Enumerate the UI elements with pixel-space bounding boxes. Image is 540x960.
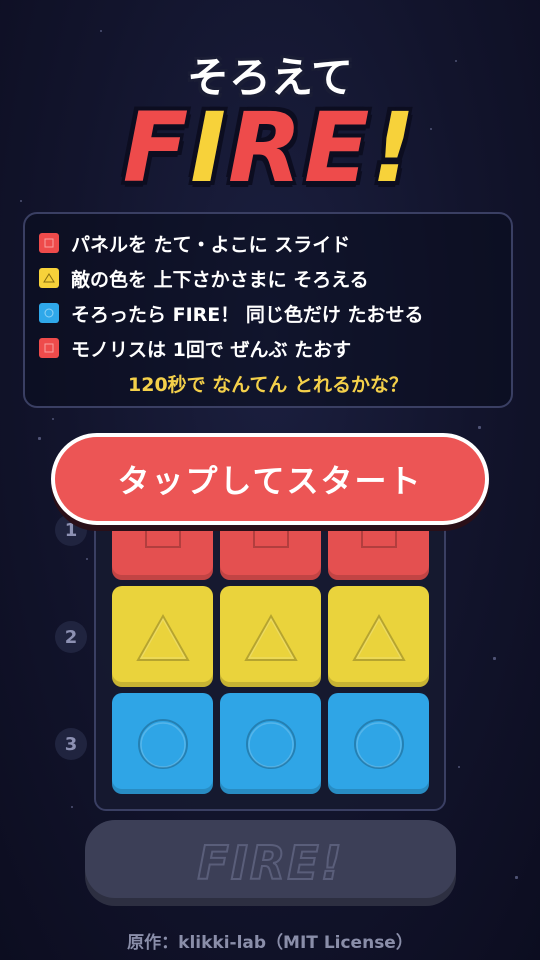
triangle-icon bbox=[351, 613, 406, 661]
logo-letter: R bbox=[228, 92, 304, 204]
circle-icon bbox=[137, 718, 188, 769]
rule-item: そろったら FIRE！ 同じ色だけ たおせる bbox=[39, 300, 424, 326]
fire-button[interactable]: FIRE! bbox=[85, 820, 456, 906]
rule-item: モノリスは 1回で ぜんぶ たおす bbox=[39, 335, 351, 361]
game-logo: FIRE! bbox=[0, 88, 540, 208]
credit-text: 原作：klikki-lab（MIT License） bbox=[127, 933, 413, 953]
tile-circle[interactable] bbox=[220, 693, 321, 794]
square-icon bbox=[39, 233, 59, 253]
tile-triangle[interactable] bbox=[220, 586, 321, 687]
logo-letter: I bbox=[190, 92, 228, 204]
triangle-icon bbox=[39, 268, 59, 288]
circle-icon bbox=[39, 303, 59, 323]
rule-text: モノリスは 1回で ぜんぶ たおす bbox=[71, 338, 352, 361]
tile-triangle[interactable] bbox=[328, 586, 429, 687]
logo-letter: E bbox=[303, 92, 372, 204]
puzzle-board bbox=[94, 505, 446, 811]
rule-text: パネルを たて・よこに スライド bbox=[71, 233, 351, 256]
square-icon bbox=[39, 338, 59, 358]
row-label-2: 2 bbox=[55, 621, 87, 653]
rule-text: 敵の色を 上下さかさまに そろえる bbox=[71, 268, 369, 291]
logo-letter: ! bbox=[371, 92, 418, 204]
circle-icon bbox=[353, 718, 404, 769]
rule-item: パネルを たて・よこに スライド bbox=[39, 230, 350, 256]
circle-icon bbox=[245, 718, 296, 769]
rules-panel: パネルを たて・よこに スライド 敵の色を 上下さかさまに そろえる そろったら… bbox=[23, 212, 513, 408]
tile-triangle[interactable] bbox=[112, 586, 213, 687]
logo-letter: F bbox=[122, 92, 191, 204]
tile-circle[interactable] bbox=[112, 693, 213, 794]
rules-footer: 120秒で なんてん とれるかな？ bbox=[128, 374, 408, 396]
triangle-icon bbox=[135, 613, 190, 661]
row-label-3: 3 bbox=[55, 728, 87, 760]
rule-text: そろったら FIRE！ 同じ色だけ たおせる bbox=[71, 303, 424, 326]
rule-item: 敵の色を 上下さかさまに そろえる bbox=[39, 265, 369, 291]
triangle-icon bbox=[243, 613, 298, 661]
start-button[interactable]: タップしてスタート bbox=[51, 433, 489, 525]
tile-circle[interactable] bbox=[328, 693, 429, 794]
